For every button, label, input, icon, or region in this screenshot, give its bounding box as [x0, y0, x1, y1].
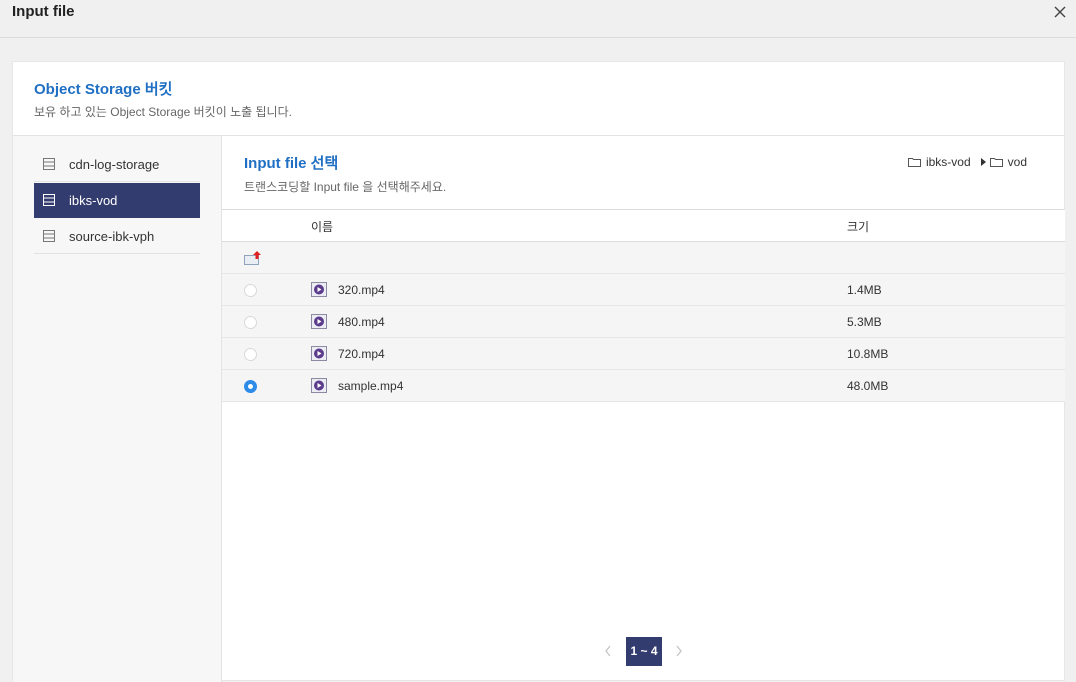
table-row[interactable]: 480.mp4 5.3MB [222, 306, 1065, 338]
file-browser: Input file 선택 트랜스코딩할 Input file 을 선택해주세요… [222, 136, 1065, 682]
breadcrumb-item-folder[interactable]: vod [1008, 155, 1027, 169]
breadcrumb-separator-icon [980, 158, 986, 166]
title-bar: Input file [0, 0, 1076, 38]
table-row[interactable]: sample.mp4 48.0MB [222, 370, 1065, 402]
bucket-label: source-ibk-vph [69, 229, 155, 244]
bucket-item-cdn-log-storage[interactable]: cdn-log-storage [34, 147, 200, 182]
file-select-radio-selected[interactable] [244, 380, 257, 393]
breadcrumb-item-bucket[interactable]: ibks-vod [926, 155, 971, 169]
bucket-list: cdn-log-storage ibks-vod source-ibk-vph [13, 136, 222, 682]
window-title: Input file [12, 3, 75, 20]
bucket-label: cdn-log-storage [69, 157, 160, 172]
pagination: 1 ~ 4 [222, 636, 1065, 666]
file-size: 10.8MB [847, 347, 889, 361]
bucket-section-title: Object Storage 버킷 [34, 81, 173, 98]
parent-folder-row[interactable] [222, 242, 1065, 274]
file-section-description: 트랜스코딩할 Input file 을 선택해주세요. [244, 180, 447, 194]
file-size: 1.4MB [847, 283, 882, 297]
file-size: 48.0MB [847, 379, 889, 393]
folder-icon [989, 158, 1003, 167]
chevron-left-icon[interactable] [603, 644, 613, 658]
storage-icon [43, 194, 55, 206]
file-select-radio[interactable] [244, 316, 257, 329]
table-row[interactable]: 720.mp4 10.8MB [222, 338, 1065, 370]
table-header: 이름 크기 [222, 209, 1065, 242]
folder-icon [907, 158, 921, 167]
video-file-icon [311, 282, 327, 297]
storage-icon [43, 230, 55, 242]
video-file-icon [311, 346, 327, 361]
file-table: 이름 크기 320.mp4 1.4MB 480.mp4 5.3MB 720.mp… [222, 209, 1065, 402]
file-name: 320.mp4 [338, 283, 385, 297]
file-section-title: Input file 선택 [244, 155, 339, 172]
input-file-panel: Object Storage 버킷 보유 하고 있는 Object Storag… [12, 61, 1065, 682]
bucket-item-source-ibk-vph[interactable]: source-ibk-vph [34, 219, 200, 254]
file-name: 480.mp4 [338, 315, 385, 329]
file-size: 5.3MB [847, 315, 882, 329]
page-current[interactable]: 1 ~ 4 [626, 637, 662, 666]
storage-icon [43, 158, 55, 170]
bucket-item-ibks-vod[interactable]: ibks-vod [34, 183, 200, 218]
chevron-right-icon[interactable] [674, 644, 684, 658]
breadcrumb: ibks-vod vod [907, 155, 1027, 169]
file-select-radio[interactable] [244, 284, 257, 297]
close-icon[interactable] [1053, 5, 1067, 19]
video-file-icon [311, 314, 327, 329]
column-header-name: 이름 [311, 220, 334, 234]
file-name: 720.mp4 [338, 347, 385, 361]
video-file-icon [311, 378, 327, 393]
up-folder-icon[interactable] [244, 250, 262, 266]
file-select-radio[interactable] [244, 348, 257, 361]
bucket-label: ibks-vod [69, 193, 118, 208]
file-name: sample.mp4 [338, 379, 404, 393]
table-row[interactable]: 320.mp4 1.4MB [222, 274, 1065, 306]
bucket-header: Object Storage 버킷 보유 하고 있는 Object Storag… [13, 62, 1064, 136]
column-header-size: 크기 [847, 220, 870, 234]
bucket-section-description: 보유 하고 있는 Object Storage 버킷이 노출 됩니다. [34, 105, 292, 119]
